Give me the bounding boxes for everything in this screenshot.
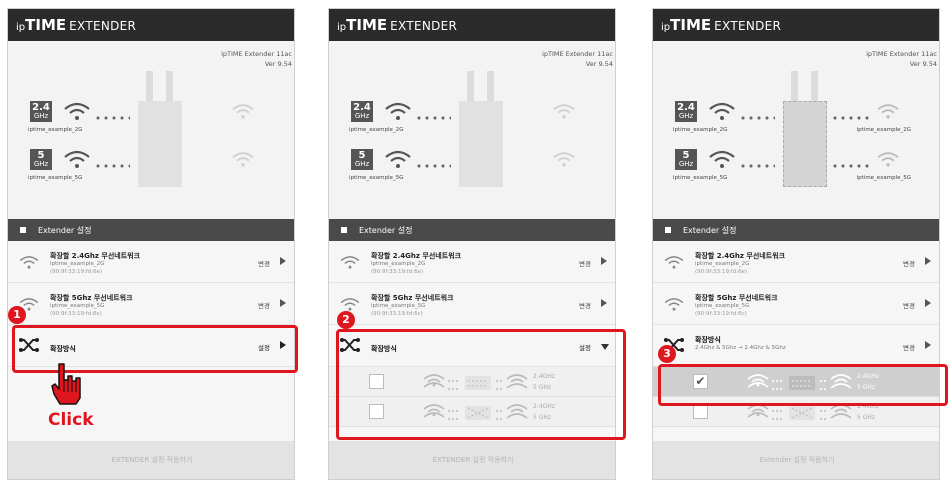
wifi-icon xyxy=(553,152,575,167)
wifi-icon xyxy=(664,256,684,269)
wifi-icon xyxy=(340,256,360,269)
app-bar: ipTIME EXTENDER xyxy=(653,9,939,41)
section-header: Extender 설정 xyxy=(653,219,939,241)
step-number-1: 1 xyxy=(8,306,26,324)
apply-button[interactable]: Extender 설정 적용하기 xyxy=(653,441,939,479)
row-2g-network[interactable]: 확장할 2.4Ghz 무선네트워크 iptime_example_2G (90:… xyxy=(8,241,294,283)
pointer-hand-icon xyxy=(51,363,81,405)
app-logo: ipTIME EXTENDER xyxy=(337,16,458,34)
device-plug xyxy=(166,71,173,103)
band-5g-badge: 5 GHz xyxy=(30,149,52,170)
extender-device xyxy=(783,101,827,187)
wifi-icon xyxy=(877,104,899,119)
ssid-2g: iptime_example_2G xyxy=(673,127,728,133)
app-bar: ipTIME EXTENDER xyxy=(329,9,615,41)
row-extension-mode[interactable]: 확장방식 2.4Ghz & 5Ghz → 2.4Ghz & 5Ghz 변경 xyxy=(653,325,939,367)
version-info: ipTIME Extender 11ac Ver 9.54 xyxy=(866,50,937,68)
device-plug xyxy=(146,71,153,103)
ssid-5g: iptime_example_5G xyxy=(349,175,404,181)
row-5g-network[interactable]: 확장할 5Ghz 무선네트워크 iptime_example_5G (90:9f… xyxy=(8,283,294,325)
chevron-right-icon xyxy=(925,299,931,307)
band-5g-badge: 5 GHz xyxy=(351,149,373,170)
chevron-right-icon xyxy=(925,341,931,349)
extender-diagram: ipTIME Extender 11ac Ver 9.54 2.4 GHz ipti… xyxy=(653,41,939,219)
change-label: 변경 xyxy=(579,302,591,310)
band-2g-badge: 2.4 GHz xyxy=(30,101,52,122)
apply-button[interactable]: EXTENDER 설정 적용하기 xyxy=(8,441,294,479)
app-logo: ipTIME EXTENDER xyxy=(661,16,782,34)
ssid-5g-extended: iptime_example_5G xyxy=(856,175,911,181)
wifi-icon xyxy=(385,102,411,120)
step-number-2: 2 xyxy=(337,311,355,329)
wifi-icon xyxy=(709,102,735,120)
screen-step-3: ipTIME EXTENDER ipTIME Extender 11ac Ver 9… xyxy=(652,8,940,480)
step-number-3: 3 xyxy=(658,345,676,363)
version-info: ipTIME Extender 11ac Ver 9.54 xyxy=(542,50,613,68)
band-2g-badge: 2.4 GHz xyxy=(675,101,697,122)
row-5g-network[interactable]: 확장할 5Ghz 무선네트워크 iptime_example_5G (90:9f… xyxy=(653,283,939,325)
signal-dots xyxy=(831,164,871,168)
band-2g-badge: 2.4 GHz xyxy=(351,101,373,122)
ssid-2g-extended: iptime_example_2G xyxy=(856,127,911,133)
signal-dots xyxy=(831,116,871,120)
wifi-icon xyxy=(553,104,575,119)
highlight-box-step-3 xyxy=(658,364,948,406)
wifi-icon xyxy=(385,150,411,168)
extender-device xyxy=(138,101,182,187)
ssid-5g: iptime_example_5G xyxy=(673,175,728,181)
ssid-2g: iptime_example_2G xyxy=(28,127,83,133)
wifi-icon xyxy=(19,256,39,269)
signal-dots xyxy=(739,164,775,168)
signal-dots xyxy=(415,116,451,120)
mode-summary: 2.4Ghz & 5Ghz → 2.4Ghz & 5Ghz xyxy=(695,345,786,351)
wifi-icon xyxy=(64,102,90,120)
section-header: Extender 설정 xyxy=(329,219,615,241)
wifi-icon xyxy=(232,104,254,119)
change-label: 변경 xyxy=(579,260,591,268)
ssid-2g: iptime_example_2G xyxy=(349,127,404,133)
change-label: 변경 xyxy=(903,344,915,352)
change-label: 변경 xyxy=(258,260,270,268)
wifi-icon xyxy=(232,152,254,167)
wifi-icon xyxy=(64,150,90,168)
chevron-right-icon xyxy=(601,299,607,307)
version-info: ipTIME Extender 11ac Ver 9.54 xyxy=(221,50,292,68)
chevron-right-icon xyxy=(280,299,286,307)
signal-dots xyxy=(415,164,451,168)
wifi-icon xyxy=(340,298,360,311)
highlight-box-step-2 xyxy=(336,329,626,440)
change-label: 변경 xyxy=(258,302,270,310)
wifi-icon xyxy=(709,150,735,168)
option-checkbox[interactable] xyxy=(693,404,708,419)
wifi-icon xyxy=(664,298,684,311)
extender-device xyxy=(459,101,503,187)
extender-diagram: ipTIME Extender 11ac Ver 9.54 2.4 GHz ipti… xyxy=(329,41,615,219)
row-2g-network[interactable]: 확장할 2.4Ghz 무선네트워크 iptime_example_2G (90:… xyxy=(329,241,615,283)
app-logo: ipTIME EXTENDER xyxy=(16,16,137,34)
device-plug xyxy=(811,71,818,103)
change-label: 변경 xyxy=(903,302,915,310)
signal-dots xyxy=(94,164,130,168)
chevron-right-icon xyxy=(280,257,286,265)
row-5g-network[interactable]: 확장할 5Ghz 무선네트워크 iptime_example_5G (90:9f… xyxy=(329,283,615,325)
ssid-5g: iptime_example_5G xyxy=(28,175,83,181)
row-2g-network[interactable]: 확장할 2.4Ghz 무선네트워크 iptime_example_2G (90:… xyxy=(653,241,939,283)
apply-button[interactable]: EXTENDER 설정 적용하기 xyxy=(329,441,615,479)
extender-diagram: ipTIME Extender 11ac Ver 9.54 2.4 GHz ipti… xyxy=(8,41,294,219)
device-plug xyxy=(487,71,494,103)
device-plug xyxy=(467,71,474,103)
app-bar: ipTIME EXTENDER xyxy=(8,9,294,41)
section-header: Extender 설정 xyxy=(8,219,294,241)
click-annotation: Click xyxy=(48,410,94,430)
wifi-icon xyxy=(877,152,899,167)
change-label: 변경 xyxy=(903,260,915,268)
signal-dots xyxy=(739,116,775,120)
device-plug xyxy=(791,71,798,103)
chevron-right-icon xyxy=(925,257,931,265)
chevron-right-icon xyxy=(601,257,607,265)
band-5g-badge: 5 GHz xyxy=(675,149,697,170)
signal-dots xyxy=(94,116,130,120)
